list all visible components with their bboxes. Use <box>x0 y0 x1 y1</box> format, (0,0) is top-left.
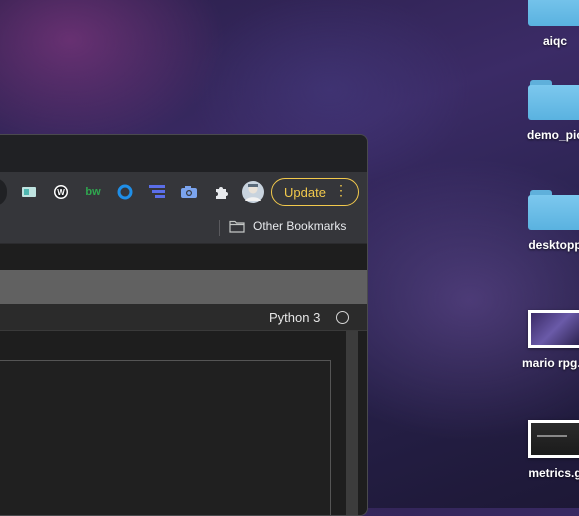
desktop-item-desktopp[interactable]: desktopp <box>510 190 579 252</box>
bookmarks-separator <box>219 220 220 236</box>
w-icon[interactable]: W <box>51 182 71 202</box>
folder-icon <box>528 190 579 230</box>
browser-toolbar: W bw Update ⋮ <box>0 172 367 212</box>
kernel-name[interactable]: Python 3 <box>269 310 320 325</box>
image-thumbnail <box>528 420 579 458</box>
bw-icon[interactable]: bw <box>83 182 103 202</box>
folder-icon <box>528 0 579 26</box>
desktop-item-metrics[interactable]: metrics.g <box>510 420 579 480</box>
address-bar[interactable] <box>0 178 7 206</box>
reader-icon[interactable] <box>19 182 39 202</box>
avatar[interactable] <box>241 180 265 204</box>
svg-text:W: W <box>57 188 65 197</box>
desktop-item-demo-pic[interactable]: demo_pic <box>510 80 579 142</box>
kernel-bar: Python 3 <box>0 304 367 331</box>
desktop-item-label: aiqc <box>542 34 567 48</box>
update-button[interactable]: Update ⋮ <box>271 178 359 206</box>
kernel-status-icon <box>336 311 349 324</box>
desktop-item-label: mario rpg.p <box>521 356 579 370</box>
desktop-item-label: metrics.g <box>528 466 579 480</box>
folder-icon <box>528 80 579 120</box>
other-bookmarks-label: Other Bookmarks <box>253 219 347 233</box>
desktop-item-label: demo_pic <box>526 128 579 142</box>
browser-window[interactable]: W bw Update ⋮ Other Bookmarks Python 3 <box>0 134 368 516</box>
folder-outline-icon <box>229 220 245 233</box>
camera-icon[interactable] <box>179 182 199 202</box>
desktop-item-aiqc[interactable]: aiqc <box>510 0 579 48</box>
notebook-cell[interactable] <box>0 360 331 515</box>
tab-strip[interactable] <box>0 135 367 172</box>
other-bookmarks-button[interactable]: Other Bookmarks <box>229 219 346 233</box>
notebook-area <box>0 331 367 515</box>
puzzle-icon[interactable] <box>211 182 231 202</box>
image-thumbnail <box>528 310 579 348</box>
stack-icon[interactable] <box>147 182 167 202</box>
notebook-header <box>0 244 367 270</box>
scrollbar[interactable] <box>346 331 358 515</box>
desktop-item-mario-rpg[interactable]: mario rpg.p <box>510 310 579 370</box>
bookmarks-bar: Other Bookmarks <box>0 212 367 244</box>
notebook-toolbar <box>0 270 367 304</box>
desktop-item-label: desktopp <box>528 238 579 252</box>
circle-icon[interactable] <box>115 182 135 202</box>
update-label: Update <box>284 184 326 200</box>
more-menu-icon[interactable]: ⋮ <box>334 183 348 197</box>
